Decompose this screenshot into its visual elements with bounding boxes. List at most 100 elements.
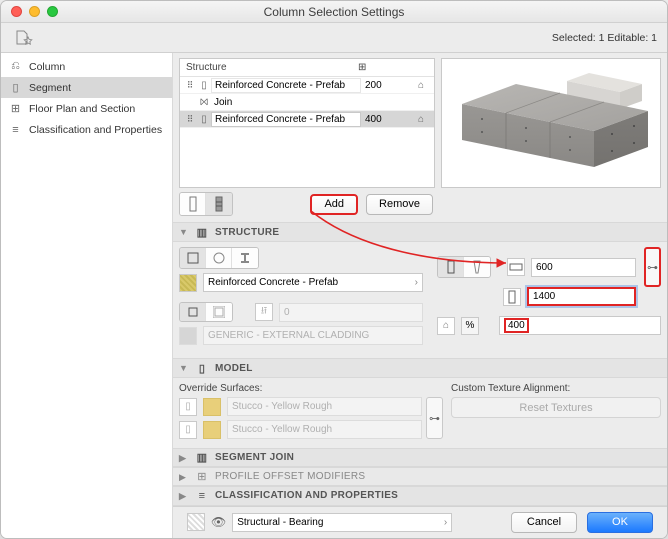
body: ⎌ Column ▯ Segment ⊞ Floor Plan and Sect… bbox=[1, 53, 667, 538]
add-button[interactable]: Add bbox=[310, 194, 358, 215]
value-cell[interactable]: 400 bbox=[361, 114, 411, 125]
profile-offset-icon: ⊞ bbox=[195, 470, 209, 483]
offset-icon[interactable]: ⭿ bbox=[255, 303, 273, 321]
minimize-icon[interactable] bbox=[29, 6, 40, 17]
preview-3d[interactable] bbox=[441, 58, 661, 188]
join-cell: Join bbox=[211, 97, 361, 108]
sidebar-item-classification[interactable]: ≡ Classification and Properties bbox=[1, 119, 172, 140]
ok-button[interactable]: OK bbox=[587, 512, 653, 533]
offset-field: 0 bbox=[279, 303, 423, 322]
col-structure: Structure bbox=[186, 62, 358, 73]
row-handle-icon[interactable]: ⠿ bbox=[183, 80, 197, 91]
titlebar[interactable]: Column Selection Settings bbox=[1, 1, 667, 23]
disclosure-down-icon: ▼ bbox=[179, 363, 189, 373]
table-row[interactable]: ⠿ ▯ Reinforced Concrete - Prefab 400 ⌂ bbox=[180, 111, 434, 128]
disclosure-right-icon: ▶ bbox=[179, 472, 189, 482]
material-cell[interactable]: Reinforced Concrete - Prefab bbox=[211, 112, 361, 127]
home-icon[interactable]: ⌂ bbox=[411, 114, 431, 125]
window-controls bbox=[1, 6, 58, 17]
structure-header[interactable]: ▼ ▥ STRUCTURE bbox=[173, 222, 667, 242]
cladding-field: GENERIC - EXTERNAL CLADDING bbox=[203, 326, 423, 345]
sidebar-item-label: Column bbox=[29, 61, 65, 73]
material-swatch-icon[interactable] bbox=[179, 274, 197, 292]
value-cell[interactable]: 200 bbox=[361, 80, 411, 91]
ibeam-shape-icon[interactable] bbox=[232, 248, 258, 268]
circle-shape-icon[interactable] bbox=[206, 248, 232, 268]
veneer-toggle[interactable] bbox=[179, 302, 233, 322]
disclosure-right-icon: ▶ bbox=[179, 453, 189, 463]
footer: 👁 Structural - Bearing › Cancel OK bbox=[173, 506, 667, 538]
home-icon[interactable]: ⌂ bbox=[411, 80, 431, 91]
disclosure-right-icon: ▶ bbox=[179, 491, 189, 501]
sidebar-item-column[interactable]: ⎌ Column bbox=[1, 56, 172, 77]
sidebar-item-label: Segment bbox=[29, 82, 71, 94]
veneer-off-icon[interactable] bbox=[206, 303, 232, 321]
remove-button[interactable]: Remove bbox=[366, 194, 433, 215]
cross-section-shape-toggle[interactable] bbox=[179, 247, 259, 269]
taper-toggle[interactable] bbox=[437, 256, 491, 278]
multi-segment-icon[interactable] bbox=[206, 193, 232, 215]
link-surfaces-button[interactable]: ⊶ bbox=[426, 397, 443, 439]
structure-icon: ▥ bbox=[195, 226, 209, 239]
chevron-right-icon: › bbox=[415, 277, 418, 288]
profile-offset-header[interactable]: ▶ ⊞ PROFILE OFFSET MODIFIERS bbox=[173, 467, 667, 486]
classification-header[interactable]: ▶ ≡ CLASSIFICATION AND PROPERTIES bbox=[173, 486, 667, 505]
zoom-icon[interactable] bbox=[47, 6, 58, 17]
classification-icon: ≡ bbox=[195, 490, 209, 502]
uniform-segment-icon[interactable] bbox=[180, 193, 206, 215]
surface-swatch bbox=[203, 398, 221, 416]
percent-icon[interactable]: % bbox=[461, 317, 479, 335]
upper-panel: Structure ⊞ ⠿ ▯ Reinforced Concrete - Pr… bbox=[173, 53, 667, 190]
straight-icon[interactable] bbox=[438, 257, 464, 277]
settings-window: Column Selection Settings Selected: 1 Ed… bbox=[0, 0, 668, 539]
surface1-field: Stucco - Yellow Rough bbox=[227, 397, 422, 416]
close-icon[interactable] bbox=[11, 6, 22, 17]
layer-dropdown[interactable]: Structural - Bearing › bbox=[232, 513, 452, 532]
sidebar-item-label: Classification and Properties bbox=[29, 124, 162, 136]
value3-field[interactable]: 400 bbox=[499, 316, 661, 335]
surface-swatch bbox=[203, 421, 221, 439]
col-extra[interactable]: ⊞ bbox=[358, 62, 408, 73]
row-handle-icon[interactable]: ⠿ bbox=[183, 114, 197, 125]
table-header: Structure ⊞ bbox=[180, 59, 434, 77]
anchor-icon[interactable]: ⌂ bbox=[437, 317, 455, 335]
segment-join-icon: ▥ bbox=[195, 451, 209, 464]
sidebar: ⎌ Column ▯ Segment ⊞ Floor Plan and Sect… bbox=[1, 53, 173, 538]
model-section: ▼ ▯ MODEL Override Surfaces: ▯ Stucco - bbox=[173, 358, 667, 448]
width-field[interactable]: 600 bbox=[531, 258, 636, 277]
depth-icon bbox=[503, 288, 521, 306]
node-icon: ▯ bbox=[197, 114, 211, 125]
tapered-icon[interactable] bbox=[464, 257, 490, 277]
eye-icon[interactable]: 👁 bbox=[211, 515, 226, 529]
override-surfaces-label: Override Surfaces: bbox=[179, 383, 443, 394]
selection-count: Selected: 1 Editable: 1 bbox=[552, 32, 657, 44]
favorites-icon[interactable] bbox=[11, 27, 39, 49]
surface-top-icon[interactable]: ▯ bbox=[179, 398, 197, 416]
sidebar-item-floorplan[interactable]: ⊞ Floor Plan and Section bbox=[1, 98, 172, 119]
segment-join-header[interactable]: ▶ ▥ SEGMENT JOIN bbox=[173, 448, 667, 467]
main-panel: Structure ⊞ ⠿ ▯ Reinforced Concrete - Pr… bbox=[173, 53, 667, 538]
cladding-swatch-icon bbox=[179, 327, 197, 345]
material-dropdown[interactable]: Reinforced Concrete - Prefab › bbox=[203, 273, 423, 292]
layer-swatch-icon[interactable] bbox=[187, 513, 205, 531]
join-icon: ⨝ bbox=[197, 97, 211, 108]
width-icon bbox=[507, 258, 525, 276]
segment-mode-toggle[interactable] bbox=[179, 192, 233, 216]
floorplan-icon: ⊞ bbox=[9, 102, 22, 115]
depth-field[interactable]: 1400 bbox=[527, 287, 636, 306]
table-row[interactable]: ⨝ Join bbox=[180, 94, 434, 111]
material-cell[interactable]: Reinforced Concrete - Prefab bbox=[211, 78, 361, 93]
classification-icon: ≡ bbox=[9, 123, 22, 136]
rect-shape-icon[interactable] bbox=[180, 248, 206, 268]
sidebar-item-label: Floor Plan and Section bbox=[29, 103, 135, 115]
cancel-button[interactable]: Cancel bbox=[511, 512, 577, 533]
link-dims-button[interactable]: ⊶ bbox=[644, 247, 661, 287]
table-row[interactable]: ⠿ ▯ Reinforced Concrete - Prefab 200 ⌂ bbox=[180, 77, 434, 94]
surface-side-icon[interactable]: ▯ bbox=[179, 421, 197, 439]
model-header[interactable]: ▼ ▯ MODEL bbox=[173, 358, 667, 378]
sidebar-item-segment[interactable]: ▯ Segment bbox=[1, 77, 172, 98]
segment-icon: ▯ bbox=[9, 81, 22, 94]
node-icon: ▯ bbox=[197, 80, 211, 91]
veneer-on-icon[interactable] bbox=[180, 303, 206, 321]
surface2-field: Stucco - Yellow Rough bbox=[227, 420, 422, 439]
